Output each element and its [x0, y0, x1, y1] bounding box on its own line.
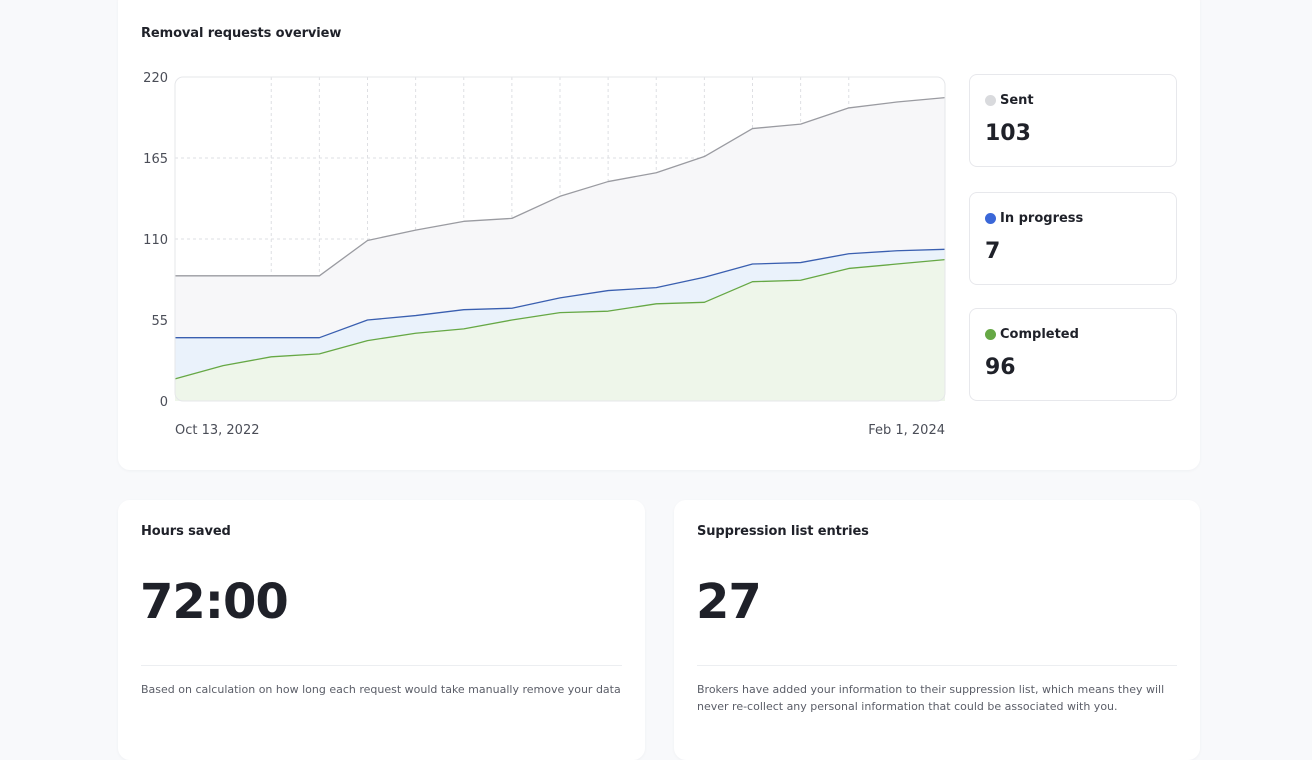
- legend-card-in-progress[interactable]: In progress 7: [969, 192, 1177, 285]
- legend-value-completed: 96: [985, 355, 1016, 380]
- x-tick-label: Feb 1, 2024: [868, 423, 945, 438]
- suppression-list-title: Suppression list entries: [697, 524, 869, 539]
- legend-value-sent: 103: [985, 121, 1031, 146]
- divider: [697, 665, 1177, 666]
- removal-requests-card: Removal requests overview 0 55 110 165 220 O…: [118, 0, 1200, 470]
- y-tick-label: 220: [143, 71, 168, 86]
- hours-saved-value: 72:00: [140, 574, 289, 630]
- y-tick-label: 110: [143, 233, 168, 248]
- removal-requests-chart: 0 55 110 165 220 Oct 13, 2022 Feb 1, 2024: [143, 71, 946, 438]
- legend-value-in-progress: 7: [985, 239, 1001, 264]
- legend-card-sent[interactable]: Sent 103: [969, 74, 1177, 167]
- in-progress-dot-icon: [985, 213, 996, 224]
- y-axis: 0 55 110 165 220: [143, 71, 168, 410]
- legend-label-sent: Sent: [1000, 93, 1034, 108]
- y-tick-label: 165: [143, 152, 168, 167]
- suppression-list-value: 27: [696, 574, 762, 630]
- suppression-list-description: Brokers have added your information to t…: [697, 683, 1165, 713]
- y-tick-label: 55: [151, 314, 168, 329]
- hours-saved-card: Hours saved 72:00 Based on calculation o…: [118, 500, 645, 760]
- divider: [141, 665, 622, 666]
- suppression-list-card: Suppression list entries 27 Brokers have…: [674, 500, 1200, 760]
- x-axis: Oct 13, 2022 Feb 1, 2024: [175, 423, 945, 438]
- legend-label-completed: Completed: [1000, 327, 1079, 342]
- sent-dot-icon: [985, 95, 996, 106]
- hours-saved-title: Hours saved: [141, 524, 231, 539]
- x-tick-label: Oct 13, 2022: [175, 423, 260, 438]
- y-tick-label: 0: [160, 395, 168, 410]
- completed-dot-icon: [985, 329, 996, 340]
- hours-saved-description: Based on calculation on how long each re…: [141, 683, 621, 696]
- legend-label-in-progress: In progress: [1000, 211, 1084, 226]
- legend-card-completed[interactable]: Completed 96: [969, 308, 1177, 401]
